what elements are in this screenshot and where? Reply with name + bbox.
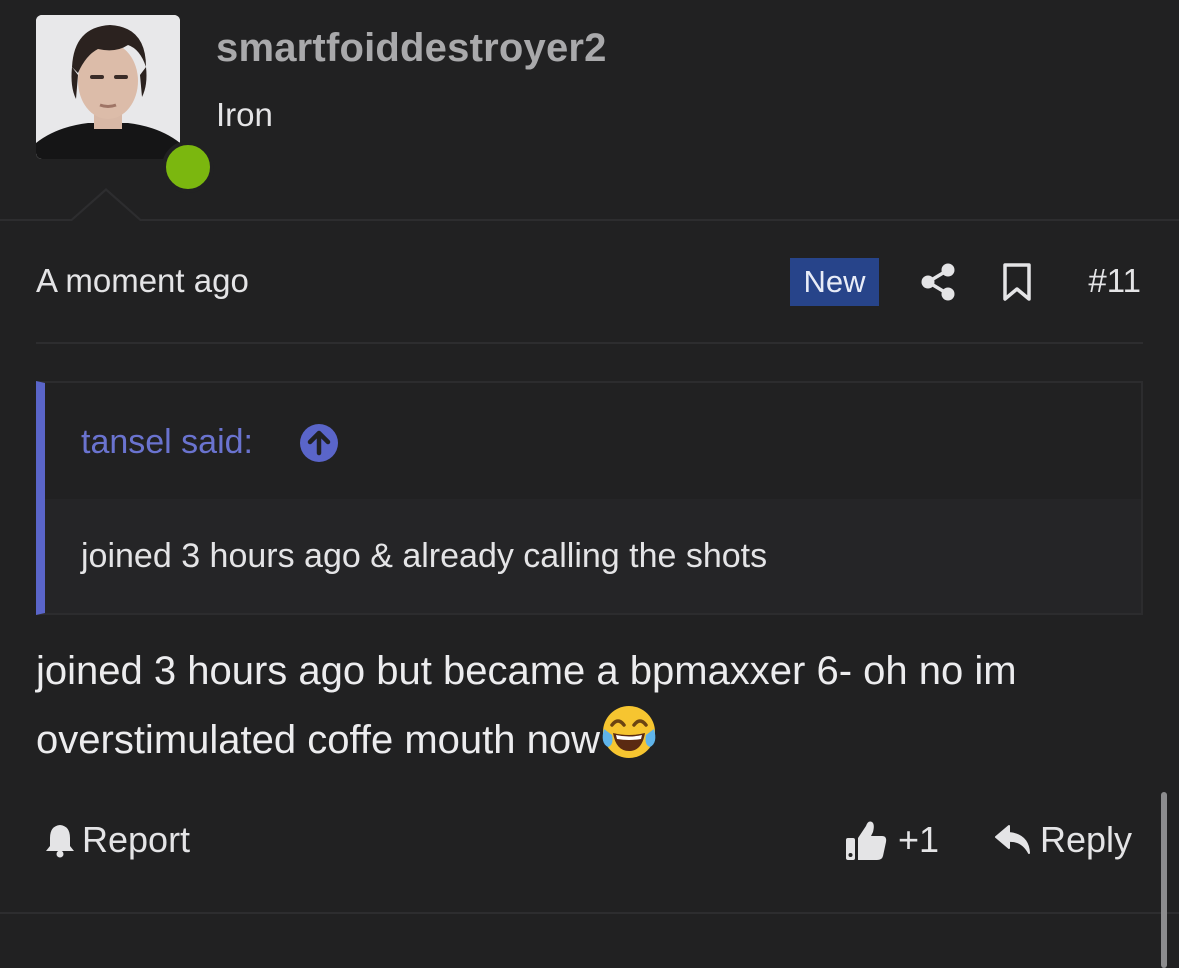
reply-label: Reply [1040, 819, 1133, 860]
message-text: joined 3 hours ago but became a bpmaxxer… [36, 649, 1017, 762]
user-avatar-container[interactable] [36, 15, 214, 193]
reply-arrow-icon [995, 825, 1030, 854]
post-meta-row: A moment ago New #11 [36, 250, 1143, 314]
arrow-up-circle-icon[interactable] [299, 423, 339, 463]
like-button[interactable]: +1 [844, 814, 939, 866]
share-icon[interactable] [920, 262, 956, 302]
online-status-indicator [162, 141, 214, 193]
post-user-header: smartfoiddestroyer2 Iron [0, 0, 1179, 220]
post-number-link[interactable]: #11 [1088, 262, 1141, 300]
avatar-image [36, 15, 180, 159]
post-timestamp[interactable]: A moment ago [36, 262, 249, 300]
user-rank: Iron [216, 96, 273, 133]
face-with-tears-of-joy-icon [602, 706, 656, 758]
post-message: joined 3 hours ago but became a bpmaxxer… [36, 640, 1143, 772]
header-pointer-fill [72, 191, 140, 221]
header-divider [0, 219, 1179, 221]
avatar[interactable] [36, 15, 180, 159]
quote-body: joined 3 hours ago & already calling the… [45, 499, 1141, 613]
footer-divider [0, 912, 1179, 914]
scrollbar[interactable] [1161, 792, 1167, 968]
quote-text: joined 3 hours ago & already calling the… [81, 537, 768, 575]
reply-button[interactable]: Reply [994, 814, 1132, 866]
report-label: Report [82, 819, 191, 860]
username[interactable]: smartfoiddestroyer2 [216, 26, 607, 71]
quote-block: tansel said: joined 3 hours ago & alread… [36, 381, 1143, 615]
meta-divider [36, 342, 1143, 344]
bell-icon [46, 825, 74, 858]
quote-author-link[interactable]: tansel said: [81, 423, 253, 462]
like-count: +1 [898, 819, 940, 860]
new-badge: New [790, 258, 879, 306]
thumbs-up-icon [846, 821, 887, 860]
forum-post: smartfoiddestroyer2 Iron A moment ago Ne… [0, 0, 1179, 968]
bookmark-icon[interactable] [1002, 262, 1032, 302]
quote-header: tansel said: [45, 383, 1141, 499]
report-button[interactable]: Report [44, 814, 190, 866]
